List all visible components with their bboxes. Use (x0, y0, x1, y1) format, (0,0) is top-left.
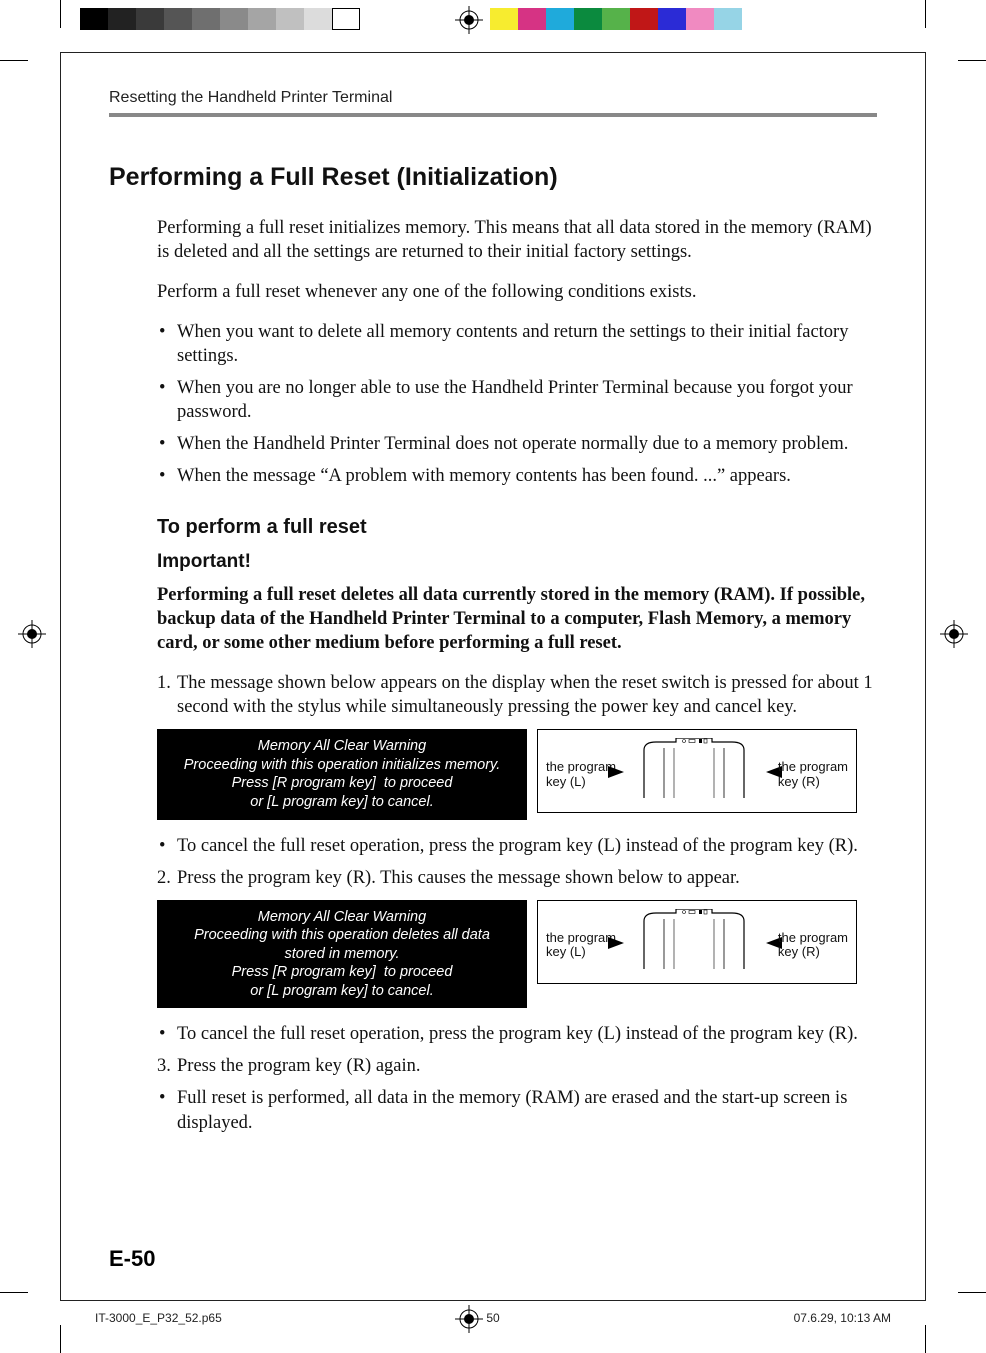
lcd-line: or [L program key] to cancel. (161, 793, 523, 812)
swatch (490, 8, 518, 30)
swatch (164, 8, 192, 30)
swatch (108, 8, 136, 30)
step-3: Press the program key (R) again. (157, 1054, 877, 1078)
swatch (686, 8, 714, 30)
footer-page: 50 (95, 1311, 891, 1325)
crop-mark (60, 1325, 61, 1353)
figure-2: Memory All Clear Warning Proceeding with… (157, 900, 877, 1009)
lcd-line: stored in memory. (161, 945, 523, 964)
crop-mark (925, 1325, 926, 1353)
swatch (276, 8, 304, 30)
program-key-l-label: the program key (L) (546, 760, 616, 789)
registration-mark-icon (940, 620, 968, 648)
press-color-bar (80, 8, 770, 30)
arrow-right-icon (608, 937, 624, 949)
swatch (136, 8, 164, 30)
swatch (742, 8, 770, 30)
swatch (248, 8, 276, 30)
important-warning: Performing a full reset deletes all data… (157, 583, 877, 655)
lcd-line: Press [R program key] to proceed (161, 963, 523, 982)
running-header: Resetting the Handheld Printer Terminal (109, 89, 877, 117)
device-outline-icon (634, 909, 754, 974)
swatch (192, 8, 220, 30)
conditions-intro: Perform a full reset whenever any one of… (157, 280, 877, 304)
swatch (630, 8, 658, 30)
page-number: E-50 (109, 1246, 155, 1272)
program-key-r-label: the program key (R) (778, 931, 848, 960)
intro-paragraph: Performing a full reset initializes memo… (157, 216, 877, 264)
device-diagram-1: the program key (L) the program key (R) (537, 729, 857, 813)
registration-mark-icon (455, 6, 483, 34)
swatch (574, 8, 602, 30)
device-diagram-2: the program key (L) the program key (R) (537, 900, 857, 984)
step-2: Press the program key (R). This causes t… (157, 866, 877, 890)
lcd-line: Memory All Clear Warning (161, 908, 523, 927)
section-title: Performing a Full Reset (Initialization) (109, 163, 877, 192)
procedure-steps-cont: To cancel the full reset operation, pres… (157, 834, 877, 890)
crop-mark (0, 1292, 28, 1293)
procedure-steps: The message shown below appears on the d… (157, 671, 877, 719)
step-1: The message shown below appears on the d… (157, 671, 877, 719)
lcd-line: Memory All Clear Warning (161, 737, 523, 756)
crop-mark (958, 1292, 986, 1293)
list-item: When the Handheld Printer Terminal does … (157, 432, 877, 456)
lcd-screen-2: Memory All Clear Warning Proceeding with… (157, 900, 527, 1009)
page-frame: Resetting the Handheld Printer Terminal … (60, 52, 926, 1301)
procedure-heading: To perform a full reset (157, 514, 877, 540)
program-key-l-label: the program key (L) (546, 931, 616, 960)
step-3-result: Full reset is performed, all data in the… (157, 1086, 877, 1134)
swatch (658, 8, 686, 30)
crop-mark (0, 60, 28, 61)
swatch (332, 8, 360, 30)
list-item: When the message “A problem with memory … (157, 464, 877, 488)
important-heading: Important! (157, 550, 877, 575)
print-footer: IT-3000_E_P32_52.p65 50 07.6.29, 10:13 A… (95, 1311, 891, 1325)
swatch (304, 8, 332, 30)
step-1-cancel: To cancel the full reset operation, pres… (157, 834, 877, 858)
crop-mark (958, 60, 986, 61)
procedure-steps-final: To cancel the full reset operation, pres… (157, 1022, 877, 1134)
device-outline-icon (634, 738, 754, 803)
list-item: When you want to delete all memory conte… (157, 320, 877, 368)
lcd-line: or [L program key] to cancel. (161, 982, 523, 1001)
swatch (714, 8, 742, 30)
swatch (602, 8, 630, 30)
crop-mark (60, 0, 61, 28)
program-key-r-label: the program key (R) (778, 760, 848, 789)
step-2-cancel: To cancel the full reset operation, pres… (157, 1022, 877, 1046)
body-text: Performing a full reset initializes memo… (157, 216, 877, 1135)
registration-mark-icon (18, 620, 46, 648)
conditions-list: When you want to delete all memory conte… (157, 320, 877, 488)
crop-mark (925, 0, 926, 28)
list-item: When you are no longer able to use the H… (157, 376, 877, 424)
swatch (546, 8, 574, 30)
swatch (80, 8, 108, 30)
swatch (518, 8, 546, 30)
lcd-line: Press [R program key] to proceed (161, 774, 523, 793)
lcd-screen-1: Memory All Clear Warning Proceeding with… (157, 729, 527, 819)
figure-1: Memory All Clear Warning Proceeding with… (157, 729, 877, 819)
lcd-line: Proceeding with this operation initializ… (161, 756, 523, 775)
arrow-right-icon (608, 766, 624, 778)
lcd-line: Proceeding with this operation deletes a… (161, 926, 523, 945)
swatch (220, 8, 248, 30)
